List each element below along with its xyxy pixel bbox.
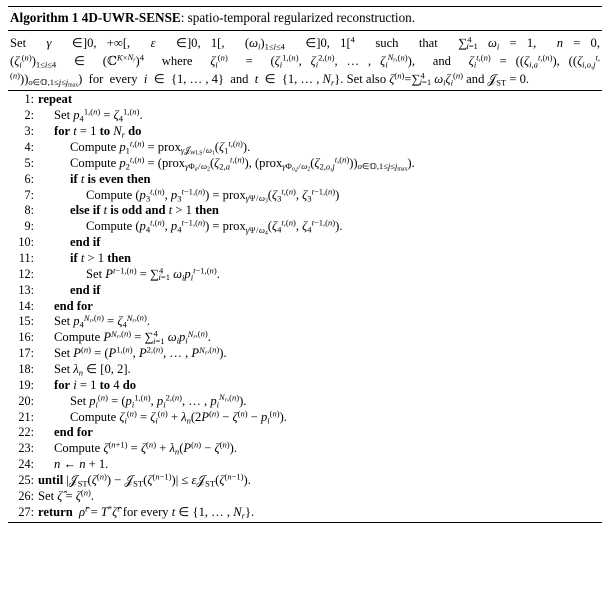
algorithm-step: 7: Compute (p3t,(n), p3t−1,(n)) = proxγΨ…	[8, 186, 602, 205]
step-body: Set ζ̂ = ζ(n).	[38, 487, 95, 503]
step-number: 24:	[18, 457, 34, 472]
step-number: 18:	[18, 362, 34, 377]
algorithm-step: 12: Set Pt−1,(n) = ∑4i=1 ωipit−1,(n).	[8, 265, 602, 283]
step-body: Set Pt−1,(n) = ∑4i=1 ωipit−1,(n).	[86, 265, 220, 283]
step-body: return ρ̂t = T*ζ̂t for every t ∈ {1, … ,…	[38, 503, 255, 521]
algorithm-step: 25: until |𝒥ST(ζ(n)) − 𝒥ST(ζ(n−1))| ≤ ε𝒥…	[8, 471, 602, 489]
step-body: Compute p1t,(n) = proxγ𝒥WLS/ω1(ζ1t,(n)).	[70, 138, 251, 158]
step-number: 16:	[18, 330, 34, 345]
algorithm-step: 24: n ← n + 1.	[8, 457, 602, 473]
step-body: Set pi(n) = (pi1,(n), pi2,(n), … , piNr,…	[70, 392, 247, 410]
algorithm-step: 1: repeat	[8, 92, 602, 108]
step-body: Set P(n) = (P1,(n), P2,(n), … , PNr,(n))…	[54, 344, 227, 361]
step-number: 9:	[24, 219, 34, 234]
step-body: end if	[70, 282, 101, 297]
step-body: if t > 1 then	[70, 251, 132, 266]
step-number: 3:	[24, 124, 34, 139]
algorithm-step: 11: if t > 1 then	[8, 251, 602, 267]
step-number: 8:	[24, 203, 34, 218]
step-body: Compute ζi(n) = ζi(n) + λn(2P(n) − ζ(n) …	[70, 408, 287, 426]
algorithm-step: 15: Set p4Nr,(n) = ζ4Nr,(n).	[8, 314, 602, 330]
algorithm-bottom-rule	[8, 522, 602, 524]
algorithm-step: 22: end for	[8, 425, 602, 441]
step-number: 10:	[18, 235, 34, 250]
algorithm-step: 17: Set P(n) = (P1,(n), P2,(n), … , PNr,…	[8, 346, 602, 362]
step-number: 2:	[24, 108, 34, 123]
step-body: until |𝒥ST(ζ(n)) − 𝒥ST(ζ(n−1))| ≤ ε𝒥ST(ζ…	[38, 471, 251, 489]
step-number: 22:	[18, 425, 34, 440]
algorithm-block: Algorithm 1 4D-UWR-SENSE: spatio-tempora…	[8, 6, 602, 524]
algorithm-step: 5: Compute p2t,(n) = (proxγΦa/ω2(ζ2,at,(…	[8, 154, 602, 173]
step-number: 19:	[18, 377, 34, 392]
algorithm-step: 18: Set λn ∈ [0, 2].	[8, 362, 602, 378]
step-body: end for	[54, 298, 93, 313]
step-body: Compute (p4t,(n), p4t−1,(n)) = proxγΨ/ω4…	[86, 218, 343, 237]
step-body: for t = 1 to Nr do	[54, 124, 142, 140]
algorithm-step: 20: Set pi(n) = (pi1,(n), pi2,(n), … , p…	[8, 392, 602, 410]
step-number: 4:	[24, 140, 34, 155]
algorithm-step: 19: for i = 1 to 4 do	[8, 378, 602, 394]
step-body: else if t is odd and t > 1 then	[70, 203, 219, 218]
algorithm-step: 13: end if	[8, 283, 602, 299]
step-number: 23:	[18, 441, 34, 456]
algorithm-step: 8: else if t is odd and t > 1 then	[8, 203, 602, 219]
algorithm-step: 4: Compute p1t,(n) = proxγ𝒥WLS/ω1(ζ1t,(n…	[8, 138, 602, 158]
step-body: for i = 1 to 4 do	[54, 377, 137, 392]
step-body: Set p4Nr,(n) = ζ4Nr,(n).	[54, 313, 150, 330]
algorithm-title-name: 4D-UWR-SENSE	[81, 10, 181, 25]
algorithm-steps: 1: repeat 2: Set p41,(n) = ζ41,(n). 3: f…	[8, 91, 602, 522]
step-body: Set λn ∈ [0, 2].	[54, 362, 131, 378]
algorithm-title: Algorithm 1 4D-UWR-SENSE: spatio-tempora…	[8, 7, 602, 30]
step-number: 5:	[24, 155, 34, 170]
algorithm-step: 10: end if	[8, 235, 602, 251]
algorithm-step: 16: Compute PNr,(n) = ∑4i=1 ωipiNr,(n).	[8, 330, 602, 346]
algorithm-title-desc: : spatio-temporal regularized reconstruc…	[180, 10, 416, 25]
step-number: 27:	[18, 504, 34, 519]
step-number: 11:	[18, 251, 34, 266]
algorithm-step: 14: end for	[8, 298, 602, 314]
algorithm-step: 26: Set ζ̂ = ζ(n).	[8, 487, 602, 505]
step-number: 14:	[18, 298, 34, 313]
step-number: 6:	[24, 171, 34, 186]
step-number: 13:	[18, 282, 34, 297]
algorithm-step: 3: for t = 1 to Nr do	[8, 124, 602, 140]
step-number: 21:	[18, 409, 34, 424]
algorithm-title-label: Algorithm 1	[10, 10, 79, 25]
step-number: 20:	[18, 393, 34, 408]
step-number: 15:	[18, 314, 34, 329]
step-body: end for	[54, 425, 93, 440]
algorithm-step: 9: Compute (p4t,(n), p4t−1,(n)) = proxγΨ…	[8, 218, 602, 237]
step-number: 12:	[18, 266, 34, 281]
algorithm-step: 23: Compute ζ(n+1) = ζ(n) + λn(P(n) − ζ(…	[8, 441, 602, 457]
step-body: repeat	[38, 92, 73, 107]
step-number: 7:	[24, 187, 34, 202]
algorithm-step: 27: return ρ̂t = T*ζ̂t for every t ∈ {1,…	[8, 503, 602, 521]
algorithm-step: 6: if t is even then	[8, 172, 602, 188]
step-number: 25:	[18, 473, 34, 488]
step-body: Compute (p3t,(n), p3t−1,(n)) = proxγΨ/ω3…	[86, 186, 340, 205]
step-number: 26:	[18, 488, 34, 503]
step-body: Compute p2t,(n) = (proxγΦa/ω2(ζ2,at,(n))…	[70, 154, 415, 173]
step-number: 17:	[18, 346, 34, 361]
step-body: n ← n + 1.	[54, 457, 109, 472]
algorithm-preamble: Set γ ∈]0, +∞[, ε ∈]0, 1[, (ωi)1≤i≤4 ∈]0…	[10, 34, 600, 90]
algorithm-step: 21: Compute ζi(n) = ζi(n) + λn(2P(n) − ζ…	[8, 409, 602, 425]
step-body: end if	[70, 235, 101, 250]
step-body: Compute PNr,(n) = ∑4i=1 ωipiNr,(n).	[54, 329, 211, 346]
step-body: Set p41,(n) = ζ41,(n).	[54, 107, 143, 124]
step-body: Compute ζ(n+1) = ζ(n) + λn(P(n) − ζ(n)).	[54, 440, 237, 457]
step-body: if t is even then	[70, 171, 151, 186]
step-number: 1:	[24, 92, 34, 107]
algorithm-step: 2: Set p41,(n) = ζ41,(n).	[8, 108, 602, 124]
